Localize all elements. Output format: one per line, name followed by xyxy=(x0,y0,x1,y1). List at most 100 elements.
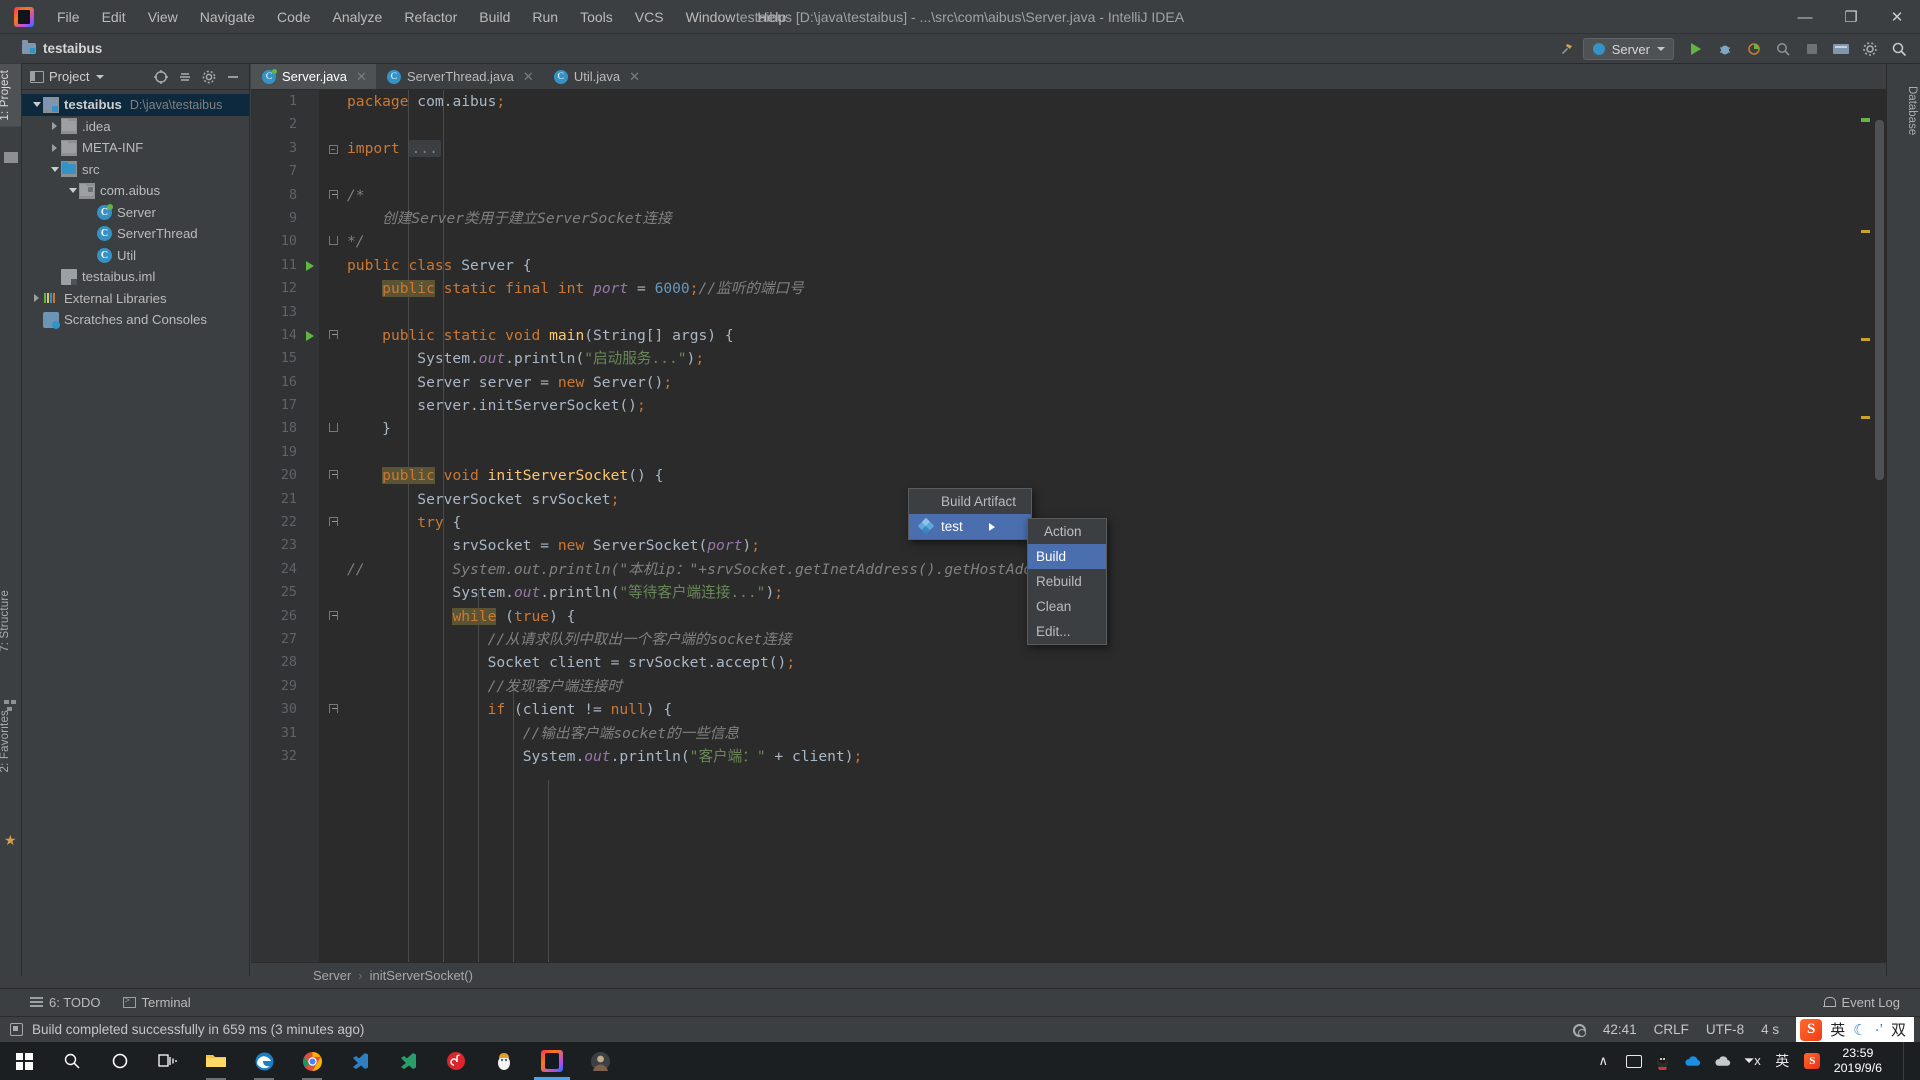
attach-profiler-icon[interactable] xyxy=(1770,37,1796,61)
menu-file[interactable]: File xyxy=(46,5,91,29)
collapse-all-icon[interactable] xyxy=(175,67,195,87)
close-tab-icon[interactable]: ✕ xyxy=(523,69,534,85)
code-line[interactable]: 8 /* xyxy=(251,184,1886,207)
ime-double-width-icon[interactable]: 双 xyxy=(1891,1019,1906,1040)
netease-music-icon[interactable] xyxy=(432,1042,480,1080)
code-line[interactable]: 29 //发现客户端连接时 xyxy=(251,675,1886,698)
tool-tab-favorites[interactable]: 2: Favorites xyxy=(0,704,21,778)
ime-moon-icon[interactable]: ☾ xyxy=(1853,1021,1866,1039)
tool-tab-project[interactable]: 1: Project xyxy=(0,64,21,127)
code-line[interactable]: 31 //输出客户端socket的一些信息 xyxy=(251,722,1886,745)
tree-node-testaibus[interactable]: testaibus D:\java\testaibus xyxy=(22,94,249,116)
twisty-expanded-icon[interactable] xyxy=(66,188,79,194)
code-line[interactable]: 12 public static final int port = 6000;/… xyxy=(251,277,1886,300)
sogou-logo-icon[interactable]: S xyxy=(1800,1018,1823,1041)
code-fold-icon[interactable] xyxy=(327,184,339,207)
tree-node-com-aibus[interactable]: com.aibus xyxy=(22,180,249,202)
run-button[interactable] xyxy=(1683,37,1709,61)
code-fold-icon[interactable] xyxy=(327,464,339,487)
code-line[interactable]: 30 if (client != null) { xyxy=(251,698,1886,721)
code-line[interactable]: 17 server.initServerSocket(); xyxy=(251,394,1886,417)
run-with-coverage-button[interactable] xyxy=(1741,37,1767,61)
run-configuration-selector[interactable]: Server xyxy=(1582,38,1674,60)
tree-node-testaibus-iml[interactable]: testaibus.iml xyxy=(22,266,249,288)
project-view-chevron-icon[interactable] xyxy=(96,74,105,79)
twisty-collapsed-icon[interactable] xyxy=(48,122,61,131)
code-fold-icon[interactable] xyxy=(327,324,339,347)
tree-node-util[interactable]: C Util xyxy=(22,245,249,267)
menu-refactor[interactable]: Refactor xyxy=(393,5,468,29)
start-button[interactable] xyxy=(0,1042,48,1080)
code-line[interactable]: 13 xyxy=(251,301,1886,324)
tool-tab-database[interactable]: Database xyxy=(1896,80,1918,141)
tree-node-scratches-and-consoles[interactable]: Scratches and Consoles xyxy=(22,309,249,331)
sogou-tray-icon[interactable]: S xyxy=(1804,1053,1821,1070)
tree-node--idea[interactable]: .idea xyxy=(22,116,249,138)
tree-node-server[interactable]: C Server xyxy=(22,202,249,224)
code-line[interactable]: 16 Server server = new Server(); xyxy=(251,371,1886,394)
twisty-expanded-icon[interactable] xyxy=(30,102,43,108)
ime-punctuation-icon[interactable]: ·’ xyxy=(1875,1021,1883,1038)
close-button[interactable]: ✕ xyxy=(1874,0,1920,34)
submenu-item-edit-[interactable]: Edit... xyxy=(1028,619,1106,644)
menu-navigate[interactable]: Navigate xyxy=(189,5,266,29)
editor-scrollbar[interactable] xyxy=(1872,116,1886,976)
artifact-actions-submenu[interactable]: Action Build Rebuild Clean Edit... xyxy=(1027,518,1107,645)
volume-mute-icon[interactable]: ⏷x xyxy=(1744,1053,1761,1070)
code-fold-icon[interactable] xyxy=(327,698,339,721)
build-artifact-context-menu[interactable]: Build Artifact test xyxy=(908,488,1032,540)
close-tab-icon[interactable]: ✕ xyxy=(629,69,640,85)
tool-tab-structure[interactable]: 7: Structure xyxy=(0,584,21,658)
edge-icon[interactable] xyxy=(240,1042,288,1080)
code-line[interactable]: 18 } xyxy=(251,417,1886,440)
vscode-icon[interactable] xyxy=(336,1042,384,1080)
debug-button[interactable] xyxy=(1712,37,1738,61)
code-line[interactable]: 32 System.out.println("客户端：" + client); xyxy=(251,745,1886,768)
run-gutter-icon[interactable] xyxy=(303,254,317,277)
code-line[interactable]: 15 System.out.println("启动服务..."); xyxy=(251,347,1886,370)
twisty-collapsed-icon[interactable] xyxy=(48,143,61,152)
tree-node-serverthread[interactable]: C ServerThread xyxy=(22,223,249,245)
menu-vcs[interactable]: VCS xyxy=(624,5,675,29)
build-hammer-icon[interactable] xyxy=(1554,37,1580,61)
stop-button[interactable] xyxy=(1799,37,1825,61)
editor-breadcrumb-item[interactable]: Server xyxy=(313,968,351,983)
menu-item-test[interactable]: test xyxy=(909,514,1031,539)
sogou-ime-toolbar[interactable]: S 英 ☾ ·’ 双 xyxy=(1796,1016,1914,1043)
menu-run[interactable]: Run xyxy=(521,5,569,29)
code-line[interactable]: 11 public class Server { xyxy=(251,254,1886,277)
menu-tools[interactable]: Tools xyxy=(569,5,624,29)
ime-language-indicator[interactable]: 英 xyxy=(1830,1019,1845,1040)
submenu-item-build[interactable]: Build xyxy=(1028,544,1106,569)
ime-language-icon[interactable]: 英 xyxy=(1774,1053,1791,1070)
code-line[interactable]: 28 Socket client = srvSocket.accept(); xyxy=(251,651,1886,674)
intellij-idea-icon[interactable] xyxy=(528,1042,576,1080)
menu-code[interactable]: Code xyxy=(266,5,321,29)
code-line[interactable]: 3 − import ... xyxy=(251,137,1886,160)
code-fold-icon[interactable] xyxy=(327,230,339,253)
code-fold-icon[interactable] xyxy=(327,605,339,628)
tool-tab-terminal[interactable]: Terminal xyxy=(122,995,191,1010)
tree-node-external-libraries[interactable]: External Libraries xyxy=(22,288,249,310)
run-gutter-icon[interactable] xyxy=(303,324,317,347)
vscode-insiders-icon[interactable] xyxy=(384,1042,432,1080)
menu-view[interactable]: View xyxy=(137,5,189,29)
show-desktop-button[interactable] xyxy=(1903,1042,1910,1080)
indent-setting[interactable]: 4 s xyxy=(1761,1022,1779,1037)
file-explorer-icon[interactable] xyxy=(192,1042,240,1080)
code-line[interactable]: 14 public static void main(String[] args… xyxy=(251,324,1886,347)
scrollbar-thumb[interactable] xyxy=(1875,120,1884,480)
close-tab-icon[interactable]: ✕ xyxy=(356,69,367,85)
menu-build[interactable]: Build xyxy=(468,5,521,29)
hide-tool-window-icon[interactable] xyxy=(223,67,243,87)
breadcrumb-project[interactable]: testaibus xyxy=(22,40,102,56)
code-line[interactable]: 1 package com.aibus; xyxy=(251,90,1886,113)
code-line[interactable]: 20 public void initServerSocket() { xyxy=(251,464,1886,487)
menu-item-build-artifact[interactable]: Build Artifact xyxy=(909,489,1031,514)
editor-tab-serverthread-java[interactable]: C ServerThread.java ✕ xyxy=(376,64,543,89)
code-line[interactable]: 21 ServerSocket srvSocket; xyxy=(251,488,1886,511)
code-line[interactable]: 19 xyxy=(251,441,1886,464)
tree-node-src[interactable]: src xyxy=(22,159,249,181)
onedrive-gray-icon[interactable] xyxy=(1714,1053,1731,1070)
tomcat-icon[interactable] xyxy=(480,1042,528,1080)
